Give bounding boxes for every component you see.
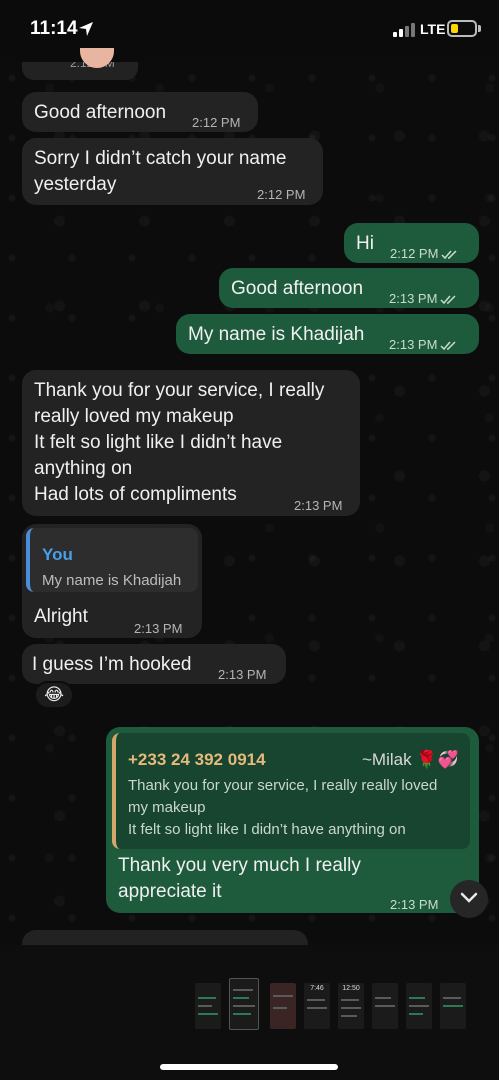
quoted-text: Thank you for your service, I really rea…	[128, 777, 438, 838]
message-bubble-cut: 2:12 PM	[22, 62, 138, 80]
message-bubble-cut	[22, 930, 308, 946]
network-type: LTE	[420, 21, 446, 37]
message-time: 2:13 PM	[389, 291, 438, 306]
message-text: Good afternoon	[34, 102, 167, 123]
battery-icon	[447, 20, 477, 37]
message-incoming[interactable]: Sorry I didn’t catch your name yesterday…	[22, 138, 323, 205]
message-incoming[interactable]: I guess I’m hooked 2:13 PM	[22, 644, 286, 684]
message-outgoing[interactable]: My name is Khadijah 2:13 PM	[176, 314, 479, 354]
message-time-row: 2:12 PM	[390, 241, 459, 267]
signal-strength-icon	[393, 23, 417, 37]
screenshot-thumbnail[interactable]	[406, 983, 432, 1029]
quoted-message[interactable]: You My name is Khadijah	[26, 528, 198, 592]
message-incoming-with-quote[interactable]: You My name is Khadijah Alright 2:13 PM	[22, 524, 202, 638]
screenshot-thumbnail[interactable]: 12:50	[338, 983, 364, 1029]
message-time: 2:13 PM	[390, 897, 439, 912]
message-time: 2:13 PM	[134, 621, 183, 636]
message-text: My name is Khadijah	[188, 324, 365, 345]
battery-tip	[478, 25, 481, 32]
double-check-icon	[441, 250, 457, 259]
message-text: Good afternoon	[231, 278, 364, 299]
double-check-icon	[440, 341, 456, 350]
message-time: 2:12 PM	[257, 187, 306, 202]
screenshot-thumbnail[interactable]	[270, 983, 296, 1029]
message-text: Hi	[356, 233, 374, 254]
screenshot-thumbnail[interactable]	[195, 983, 221, 1029]
scroll-down-button[interactable]	[450, 880, 488, 918]
message-time-row: 2:13 PM	[389, 332, 458, 358]
home-indicator[interactable]	[160, 1064, 338, 1070]
message-outgoing[interactable]: Good afternoon 2:13 PM	[219, 268, 479, 308]
status-time: 11:14	[30, 18, 78, 39]
quoted-sender-name: ~Milak 🌹💞	[362, 750, 459, 769]
message-time: 2:12 PM	[192, 115, 241, 130]
message-time: 2:12 PM	[390, 246, 439, 261]
message-outgoing-with-quote[interactable]: +233 24 392 0914 ~Milak 🌹💞 Thank you for…	[106, 727, 479, 913]
chevron-down-icon	[460, 892, 478, 903]
message-outgoing[interactable]: Hi 2:12 PM	[344, 223, 479, 263]
screenshot-thumbnail[interactable]: 7:46	[304, 983, 330, 1029]
quoted-message[interactable]: +233 24 392 0914 ~Milak 🌹💞 Thank you for…	[112, 733, 470, 849]
status-bar: 11:14 LTE	[0, 0, 499, 62]
screenshot-thumbnail[interactable]	[229, 978, 259, 1030]
message-text: Thank you very much I really appreciate …	[118, 855, 361, 902]
screenshot-thumbnail[interactable]	[440, 983, 466, 1029]
message-text: I guess I’m hooked	[32, 654, 192, 675]
quoted-phone-number: +233 24 392 0914	[128, 750, 266, 769]
screenshot-thumbnails-tray: 7:46 12:50	[0, 945, 499, 1080]
message-time: 2:13 PM	[294, 498, 343, 513]
message-time: 2:13 PM	[218, 667, 267, 682]
reaction-emoji[interactable]: 😂	[34, 681, 74, 709]
double-check-icon	[440, 295, 456, 304]
screenshot-thumbnail[interactable]	[372, 983, 398, 1029]
message-incoming[interactable]: Thank you for your service, I really rea…	[22, 370, 360, 516]
location-arrow-icon	[79, 22, 93, 36]
message-incoming[interactable]: Good afternoon 2:12 PM	[22, 92, 258, 132]
message-time-row: 2:13 PM	[389, 286, 458, 312]
quoted-author: You	[42, 545, 73, 564]
message-text: Thank you for your service, I really rea…	[34, 380, 325, 505]
quoted-text: My name is Khadijah	[42, 572, 182, 589]
message-time: 2:13 PM	[389, 337, 438, 352]
message-text: Alright	[34, 606, 88, 627]
message-text: Sorry I didn’t catch your name yesterday	[34, 148, 287, 195]
